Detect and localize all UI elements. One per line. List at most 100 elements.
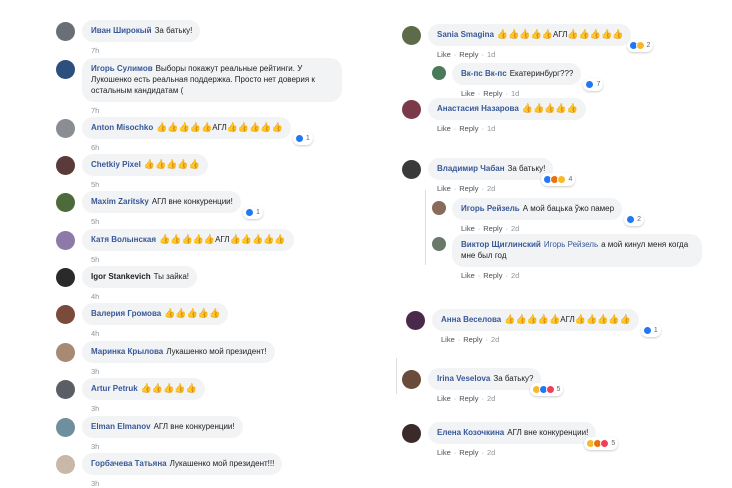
avatar[interactable] bbox=[56, 156, 75, 175]
reactions-badge[interactable]: 5 bbox=[584, 437, 619, 450]
comment-time[interactable]: 2d bbox=[487, 184, 495, 193]
avatar[interactable] bbox=[56, 22, 75, 41]
avatar[interactable] bbox=[56, 60, 75, 79]
comment-bubble: Игорь Рейзель А мой бацька ўжо памер 2 bbox=[452, 198, 645, 226]
reply-link[interactable]: Reply bbox=[483, 89, 502, 98]
comment-author[interactable]: Елена Козочкина bbox=[437, 428, 504, 437]
avatar[interactable] bbox=[56, 418, 75, 437]
avatar[interactable] bbox=[402, 26, 421, 45]
comment-author[interactable]: Anton Misochko bbox=[91, 123, 153, 132]
avatar[interactable] bbox=[432, 237, 446, 251]
avatar[interactable] bbox=[402, 424, 421, 443]
reply-link[interactable]: Reply bbox=[483, 224, 502, 233]
avatar[interactable] bbox=[56, 380, 75, 399]
like-link[interactable]: Like bbox=[441, 335, 455, 344]
like-link[interactable]: Like bbox=[437, 394, 451, 403]
comment-author[interactable]: Igor Stankevich bbox=[91, 272, 151, 281]
comment-author[interactable]: Маринка Крылова bbox=[91, 347, 163, 356]
reactions-badge[interactable]: 2 bbox=[626, 39, 654, 52]
comment-author[interactable]: Maxim Zaritsky bbox=[91, 197, 149, 206]
avatar[interactable] bbox=[432, 201, 446, 215]
reactions-badge[interactable]: 7 bbox=[583, 78, 604, 91]
avatar[interactable] bbox=[402, 370, 421, 389]
comment-author[interactable]: Анастасия Назарова bbox=[437, 104, 519, 113]
comment-author[interactable]: Анна Веселова bbox=[441, 315, 501, 324]
reactions-badge[interactable]: 1 bbox=[640, 324, 661, 337]
comment-time[interactable]: 5h bbox=[91, 217, 99, 226]
reply-link[interactable]: Reply bbox=[483, 271, 502, 280]
comment-author[interactable]: Горбачева Татьяна bbox=[91, 459, 167, 468]
comment-author[interactable]: Chetkiy Pixel bbox=[91, 160, 141, 169]
comment-text: АГЛ bbox=[552, 30, 568, 39]
comment-time[interactable]: 3h bbox=[91, 404, 99, 413]
comment-author[interactable]: Вк-пс Вк-пс bbox=[461, 69, 507, 78]
like-link[interactable]: Like bbox=[461, 89, 475, 98]
avatar[interactable] bbox=[56, 119, 75, 138]
like-link[interactable]: Like bbox=[437, 184, 451, 193]
comment-author[interactable]: Elman Elmanov bbox=[91, 422, 151, 431]
comment-time[interactable]: 7h bbox=[91, 106, 99, 115]
thread-line bbox=[425, 190, 426, 265]
like-link[interactable]: Like bbox=[461, 271, 475, 280]
mention-link[interactable]: Игорь Рейзель bbox=[544, 240, 598, 249]
comment-author[interactable]: Катя Волынская bbox=[91, 235, 156, 244]
avatar[interactable] bbox=[56, 343, 75, 362]
comment-author[interactable]: Валерия Громова bbox=[91, 309, 161, 318]
comment-author[interactable]: Artur Petruk bbox=[91, 384, 138, 393]
comment-bubble: Катя Волынская 👍👍👍👍👍АГЛ👍👍👍👍👍 bbox=[82, 229, 294, 251]
avatar[interactable] bbox=[56, 268, 75, 287]
like-link[interactable]: Like bbox=[461, 224, 475, 233]
reply-link[interactable]: Reply bbox=[463, 335, 482, 344]
comment-text: Екатеринбург??? bbox=[509, 69, 574, 78]
comment-time[interactable]: 5h bbox=[91, 180, 99, 189]
reply-link[interactable]: Reply bbox=[459, 448, 478, 457]
reply-link[interactable]: Reply bbox=[459, 184, 478, 193]
avatar[interactable] bbox=[406, 311, 425, 330]
comment-author[interactable]: Irina Veselova bbox=[437, 374, 490, 383]
like-link[interactable]: Like bbox=[437, 124, 451, 133]
comment-author[interactable]: Игорь Сулимов bbox=[91, 64, 153, 73]
comment-time[interactable]: 5h bbox=[91, 255, 99, 264]
avatar[interactable] bbox=[432, 66, 446, 80]
thumbs-up-emoji: 👍👍👍👍👍 bbox=[567, 29, 624, 39]
comment-time[interactable]: 4h bbox=[91, 292, 99, 301]
avatar[interactable] bbox=[56, 193, 75, 212]
comment-time[interactable]: 2d bbox=[491, 335, 499, 344]
like-link[interactable]: Like bbox=[437, 50, 451, 59]
comment-time[interactable]: 1d bbox=[487, 124, 495, 133]
reply-link[interactable]: Reply bbox=[459, 394, 478, 403]
reactions-badge[interactable]: 4 bbox=[541, 173, 576, 186]
reactions-badge[interactable]: 5 bbox=[529, 383, 564, 396]
like-link[interactable]: Like bbox=[437, 448, 451, 457]
comment-time[interactable]: 1d bbox=[487, 50, 495, 59]
comment-time[interactable]: 3h bbox=[91, 442, 99, 451]
comment-author[interactable]: Игорь Рейзель bbox=[461, 204, 520, 213]
reply-link[interactable]: Reply bbox=[459, 124, 478, 133]
reply-comment: Игорь Рейзель А мой бацька ўжо памер 2 Li… bbox=[432, 198, 645, 233]
comment-author[interactable]: Виктор Щиглинский bbox=[461, 240, 541, 249]
comment-author[interactable]: Владимир Чабан bbox=[437, 164, 505, 173]
reactions-badge[interactable]: 1 bbox=[292, 132, 313, 145]
comment-time[interactable]: 2d bbox=[511, 224, 519, 233]
comment-time[interactable]: 2d bbox=[487, 448, 495, 457]
comment-time[interactable]: 4h bbox=[91, 329, 99, 338]
comment-author[interactable]: Иван Широкый bbox=[91, 26, 152, 35]
comment-time[interactable]: 6h bbox=[91, 143, 99, 152]
comment-author[interactable]: Sania Smagina bbox=[437, 30, 494, 39]
reply-link[interactable]: Reply bbox=[459, 50, 478, 59]
comment-time[interactable]: 3h bbox=[91, 367, 99, 376]
comment-time[interactable]: 2d bbox=[487, 394, 495, 403]
avatar[interactable] bbox=[56, 455, 75, 474]
comment-time[interactable]: 2d bbox=[511, 271, 519, 280]
avatar[interactable] bbox=[402, 100, 421, 119]
comment-time[interactable]: 1d bbox=[511, 89, 519, 98]
comment-text: АГЛ вне конкуренции! bbox=[151, 197, 233, 206]
reactions-badge[interactable]: 2 bbox=[624, 213, 645, 226]
avatar[interactable] bbox=[56, 305, 75, 324]
reactions-badge[interactable]: 1 bbox=[242, 206, 263, 219]
avatar[interactable] bbox=[56, 231, 75, 250]
comment-time[interactable]: 7h bbox=[91, 46, 99, 55]
avatar[interactable] bbox=[402, 160, 421, 179]
comment-text: АГЛ bbox=[212, 123, 227, 132]
comment-time[interactable]: 3h bbox=[91, 479, 99, 488]
